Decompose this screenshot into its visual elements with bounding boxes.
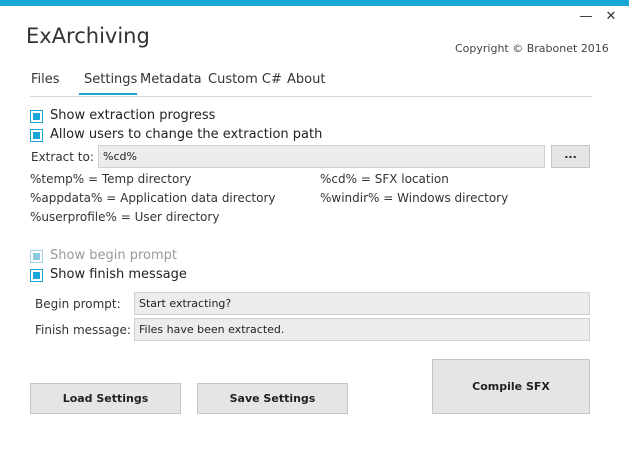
active-tab-indicator	[79, 93, 137, 95]
tab-custom-csharp[interactable]: Custom C#	[208, 72, 282, 87]
tab-files[interactable]: Files	[31, 72, 60, 87]
show-finish-message-label[interactable]: Show finish message	[50, 267, 187, 282]
minimize-icon: —	[579, 9, 593, 24]
show-finish-message-checkbox[interactable]	[30, 269, 43, 282]
window-accent-bar	[0, 0, 629, 6]
tab-settings[interactable]: Settings	[84, 72, 137, 87]
browse-button[interactable]: ...	[551, 145, 590, 168]
begin-prompt-input[interactable]: Start extracting?	[134, 292, 590, 315]
hint-userprofile: %userprofile% = User directory	[30, 210, 220, 224]
show-begin-prompt-label[interactable]: Show begin prompt	[50, 248, 177, 263]
show-progress-label[interactable]: Show extraction progress	[50, 108, 215, 123]
hint-cd: %cd% = SFX location	[320, 172, 449, 186]
show-begin-prompt-checkbox[interactable]	[30, 250, 43, 263]
hint-windir: %windir% = Windows directory	[320, 191, 509, 205]
show-progress-checkbox[interactable]	[30, 110, 43, 123]
compile-sfx-button[interactable]: Compile SFX	[432, 359, 590, 414]
tab-metadata[interactable]: Metadata	[140, 72, 202, 87]
extract-to-label: Extract to:	[31, 150, 94, 164]
finish-message-label: Finish message:	[35, 323, 131, 337]
hint-temp: %temp% = Temp directory	[30, 172, 192, 186]
tab-about[interactable]: About	[287, 72, 325, 87]
save-settings-button[interactable]: Save Settings	[197, 383, 348, 414]
allow-path-change-label[interactable]: Allow users to change the extraction pat…	[50, 127, 322, 142]
copyright-text: Copyright © Brabonet 2016	[455, 42, 609, 55]
close-icon: ✕	[605, 9, 617, 24]
load-settings-button[interactable]: Load Settings	[30, 383, 181, 414]
finish-message-input[interactable]: Files have been extracted.	[134, 318, 590, 341]
tabs-divider	[30, 96, 592, 97]
extract-path-input[interactable]: %cd%	[98, 145, 545, 168]
begin-prompt-label: Begin prompt:	[35, 297, 121, 311]
close-button[interactable]: ✕	[602, 8, 620, 26]
hint-appdata: %appdata% = Application data directory	[30, 191, 276, 205]
allow-path-change-checkbox[interactable]	[30, 129, 43, 142]
app-title: ExArchiving	[26, 24, 150, 48]
minimize-button[interactable]: —	[577, 8, 595, 26]
